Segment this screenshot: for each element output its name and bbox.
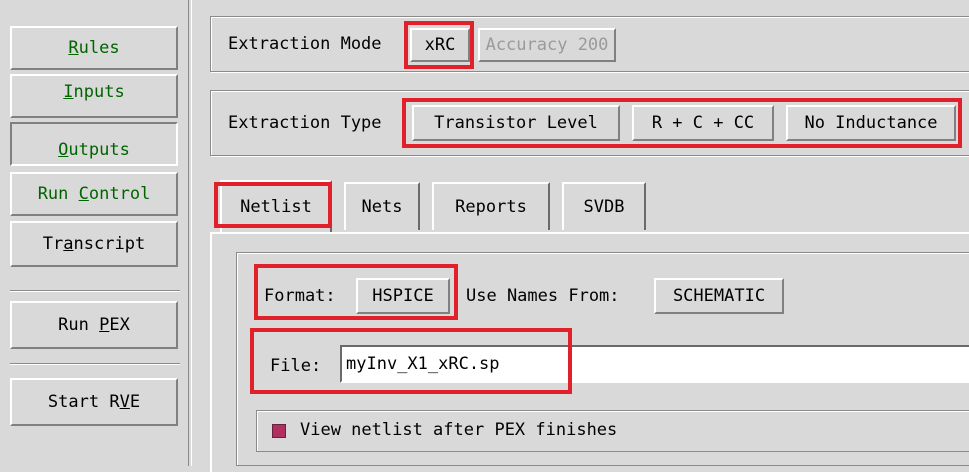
tab-svdb[interactable]: SVDB [562, 182, 646, 230]
run-control-button-label: Run Control [37, 184, 151, 204]
transcript-button[interactable]: Transcript [10, 221, 178, 267]
tab-nets[interactable]: Nets [344, 182, 420, 230]
view-netlist-checkbox[interactable] [272, 424, 286, 438]
no-inductance-button[interactable]: No Inductance [786, 105, 956, 141]
start-rve-button[interactable]: Start RVE [10, 378, 178, 426]
format-label: Format: [264, 286, 336, 306]
extraction-mode-label: Extraction Mode [228, 34, 382, 54]
tab-netlist[interactable]: Netlist [220, 180, 332, 232]
accuracy-button[interactable]: Accuracy 200 [478, 28, 616, 62]
sidebar-separator-2 [10, 363, 180, 365]
extraction-type-label: Extraction Type [228, 113, 382, 133]
run-pex-button[interactable]: Run PEX [10, 301, 178, 349]
file-input[interactable]: myInv_X1_xRC.sp [340, 345, 969, 383]
inputs-button-label: Inputs [63, 82, 125, 102]
sidebar-separator [10, 290, 180, 292]
inputs-button[interactable]: Inputs [10, 74, 178, 118]
file-label: File: [270, 356, 322, 376]
outputs-button-label: Outputs [58, 140, 130, 160]
tab-svdb-label: SVDB [583, 197, 625, 217]
start-rve-button-label: Start RVE [47, 392, 141, 412]
view-netlist-label: View netlist after PEX finishes [300, 420, 618, 440]
format-hspice-button[interactable]: HSPICE [356, 278, 450, 314]
outputs-button[interactable]: Outputs [10, 122, 178, 166]
tab-reports-label: Reports [455, 197, 527, 217]
rc-cc-button[interactable]: R + C + CC [632, 105, 774, 141]
extraction-mode-xrc-button[interactable]: xRC [410, 28, 470, 62]
tab-reports[interactable]: Reports [432, 182, 550, 230]
run-pex-button-label: Run PEX [58, 315, 130, 335]
transcript-button-label: Transcript [42, 234, 146, 254]
rules-button-label: Rules [68, 38, 120, 58]
panel-divider [188, 0, 192, 466]
use-names-from-label: Use Names From: [466, 286, 620, 306]
sidebar: Rules Inputs Outputs Run Control Transcr… [0, 0, 188, 466]
transistor-level-button[interactable]: Transistor Level [412, 105, 620, 141]
run-control-button[interactable]: Run Control [10, 172, 178, 216]
use-names-schematic-button[interactable]: SCHEMATIC [654, 278, 784, 314]
tab-netlist-label: Netlist [240, 197, 312, 217]
tab-nets-label: Nets [361, 197, 403, 217]
rules-button[interactable]: Rules [10, 26, 178, 70]
